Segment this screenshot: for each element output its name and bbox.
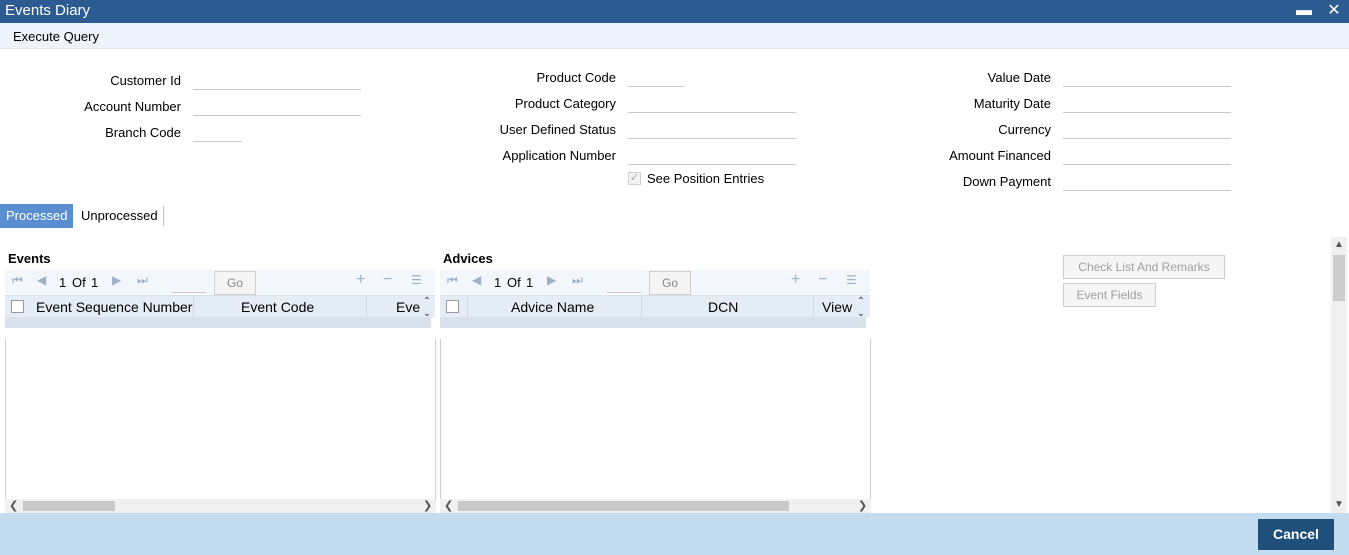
col-separator <box>467 296 468 318</box>
window-title: Events Diary <box>5 2 91 19</box>
col-separator <box>813 296 814 318</box>
advices-go-button[interactable]: Go <box>649 271 691 295</box>
col-dcn[interactable]: DCN <box>708 299 738 315</box>
events-grid-subrow <box>5 317 431 328</box>
event-fields-button[interactable]: Event Fields <box>1063 283 1156 307</box>
scroll-thumb[interactable] <box>458 501 789 511</box>
maturity-date-field[interactable] <box>1063 99 1231 113</box>
advices-grid-header: Advice Name DCN View ⌃ ⌄ <box>440 295 870 319</box>
last-page-icon[interactable]: ⏭ <box>572 273 583 288</box>
delete-row-icon[interactable]: − <box>383 271 392 289</box>
col-separator <box>641 296 642 318</box>
user-defined-status-label: User Defined Status <box>499 122 616 137</box>
prev-page-icon[interactable]: ◀ <box>472 273 481 287</box>
down-payment-label: Down Payment <box>962 174 1051 189</box>
check-list-and-remarks-button[interactable]: Check List And Remarks <box>1063 255 1225 279</box>
scroll-thumb[interactable] <box>23 501 115 511</box>
page-vscroll[interactable]: ▲ ▼ <box>1331 237 1347 513</box>
events-grid-body <box>5 339 436 499</box>
value-date-field[interactable] <box>1063 73 1231 87</box>
delete-row-icon[interactable]: − <box>818 271 827 289</box>
product-code-field[interactable] <box>628 73 684 87</box>
events-page-current: 1 <box>59 275 67 290</box>
scroll-right-icon[interactable]: ❯ <box>858 499 867 512</box>
application-number-field[interactable] <box>628 151 796 165</box>
product-code-label: Product Code <box>536 70 617 85</box>
col-advice-name[interactable]: Advice Name <box>511 299 594 315</box>
cancel-button[interactable]: Cancel <box>1258 519 1334 550</box>
tab-divider <box>163 206 164 226</box>
product-category-label: Product Category <box>514 96 616 111</box>
see-position-entries-checkbox[interactable]: ✓ <box>628 172 641 185</box>
scroll-up-icon[interactable]: ▲ <box>1334 239 1344 250</box>
next-page-icon[interactable]: ▶ <box>547 273 556 287</box>
events-page-total: 1 <box>91 275 99 290</box>
events-go-button[interactable]: Go <box>214 271 256 295</box>
events-page-input[interactable] <box>172 273 206 293</box>
maturity-date-label: Maturity Date <box>973 96 1051 111</box>
currency-label: Currency <box>998 122 1051 137</box>
prev-page-icon[interactable]: ◀ <box>37 273 46 287</box>
footer-bar: Cancel <box>0 513 1349 555</box>
menu-bar: Execute Query <box>0 23 1349 49</box>
advices-page-of: Of <box>507 275 521 290</box>
col-separator <box>366 296 367 318</box>
customer-id-label: Customer Id <box>110 73 181 88</box>
advices-hscroll[interactable]: ❮ ❯ <box>440 499 871 513</box>
advices-page-current: 1 <box>494 275 502 290</box>
branch-code-label: Branch Code <box>105 125 181 140</box>
product-category-field[interactable] <box>628 99 796 113</box>
advices-page-input[interactable] <box>607 273 641 293</box>
customer-id-field[interactable] <box>193 76 361 90</box>
first-page-icon[interactable]: ⏮ <box>12 273 23 288</box>
last-page-icon[interactable]: ⏭ <box>137 273 148 288</box>
col-event-code[interactable]: Event Code <box>241 299 314 315</box>
add-row-icon[interactable]: + <box>356 271 365 289</box>
advices-pager: ⏮ ◀ 1 Of 1 ▶ ⏭ Go + − ☰ <box>440 270 870 295</box>
tab-processed[interactable]: Processed <box>0 204 74 228</box>
add-row-icon[interactable]: + <box>791 271 800 289</box>
advices-title: Advices <box>443 251 493 266</box>
events-hscroll[interactable]: ❮ ❯ <box>5 499 436 513</box>
advices-page-total: 1 <box>526 275 534 290</box>
events-grid-header: Event Sequence Number Event Code Eve ⌃ ⌄ <box>5 295 435 319</box>
first-page-icon[interactable]: ⏮ <box>447 273 458 288</box>
branch-code-field[interactable] <box>193 128 242 142</box>
col-event-sequence-number[interactable]: Event Sequence Number <box>36 299 192 315</box>
advices-grid-subrow <box>440 317 866 328</box>
col-view[interactable]: View <box>822 299 852 315</box>
events-pager: ⏮ ◀ 1 Of 1 ▶ ⏭ Go + − ☰ <box>5 270 435 295</box>
scroll-right-icon[interactable]: ❯ <box>423 499 432 512</box>
account-number-label: Account Number <box>84 99 181 114</box>
account-number-field[interactable] <box>193 102 361 116</box>
minimize-icon[interactable]: ▬ <box>1292 0 1316 23</box>
advices-select-all-checkbox[interactable] <box>446 300 459 313</box>
single-view-icon[interactable]: ☰ <box>411 273 422 287</box>
next-page-icon[interactable]: ▶ <box>112 273 121 287</box>
events-page-of: Of <box>72 275 86 290</box>
application-number-label: Application Number <box>502 148 616 163</box>
currency-field[interactable] <box>1063 125 1231 139</box>
events-select-all-checkbox[interactable] <box>11 300 24 313</box>
down-payment-field[interactable] <box>1063 177 1231 191</box>
see-position-entries-label: See Position Entries <box>647 171 765 186</box>
col-separator <box>193 296 194 318</box>
execute-query-menu[interactable]: Execute Query <box>13 29 99 44</box>
events-title: Events <box>8 251 51 266</box>
scroll-left-icon[interactable]: ❮ <box>444 499 453 512</box>
close-icon[interactable]: ✕ <box>1322 0 1346 23</box>
tab-unprocessed[interactable]: Unprocessed <box>75 204 164 228</box>
amount-financed-field[interactable] <box>1063 151 1231 165</box>
col-eve[interactable]: Eve <box>396 299 420 315</box>
amount-financed-label: Amount Financed <box>949 148 1051 163</box>
single-view-icon[interactable]: ☰ <box>846 273 857 287</box>
scroll-down-icon[interactable]: ▼ <box>1334 499 1344 510</box>
scroll-left-icon[interactable]: ❮ <box>9 499 18 512</box>
value-date-label: Value Date <box>987 70 1051 85</box>
scroll-thumb[interactable] <box>1333 255 1345 301</box>
advices-grid-body <box>440 339 871 499</box>
window-titlebar: Events Diary ▬ ✕ <box>0 0 1349 23</box>
user-defined-status-field[interactable] <box>628 125 796 139</box>
